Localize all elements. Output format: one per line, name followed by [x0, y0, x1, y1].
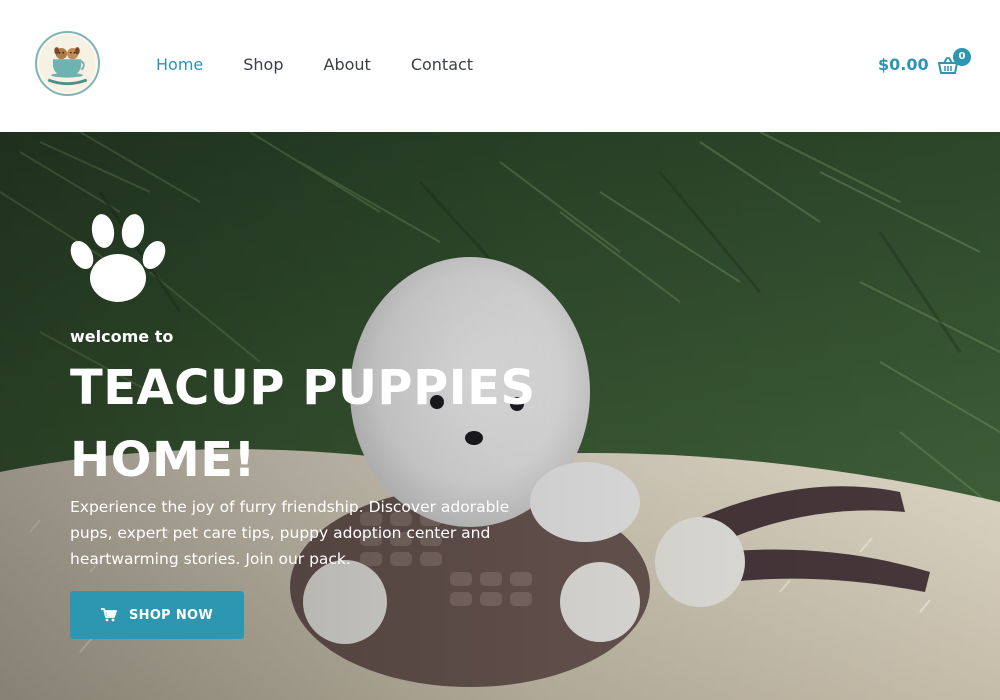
hero-welcome-text: welcome to: [70, 327, 174, 346]
cart-icon: [100, 608, 117, 622]
nav-item-about[interactable]: About: [324, 55, 371, 75]
hero-description: Experience the joy of furry friendship. …: [70, 498, 510, 568]
paw-icon: [70, 214, 166, 302]
site-logo[interactable]: [35, 31, 100, 96]
hero-title: TEACUP PUPPIES HOME!: [70, 360, 536, 488]
site-header: Home Shop About Contact $0.00 0: [0, 0, 1000, 132]
shop-now-label: SHOP NOW: [128, 607, 214, 623]
shop-now-button[interactable]: SHOP NOW: [70, 591, 244, 639]
cart-count-badge: 0: [953, 48, 971, 66]
nav-item-home[interactable]: Home: [156, 55, 203, 75]
hero-section: welcome to TEACUP PUPPIES HOME! Experien…: [0, 132, 1000, 700]
nav-item-contact[interactable]: Contact: [411, 55, 473, 75]
teacup-puppies-logo-icon: [39, 35, 96, 92]
main-nav: Home Shop About Contact: [156, 55, 473, 75]
nav-item-shop[interactable]: Shop: [243, 55, 283, 75]
cart-total[interactable]: $0.00: [878, 55, 929, 75]
